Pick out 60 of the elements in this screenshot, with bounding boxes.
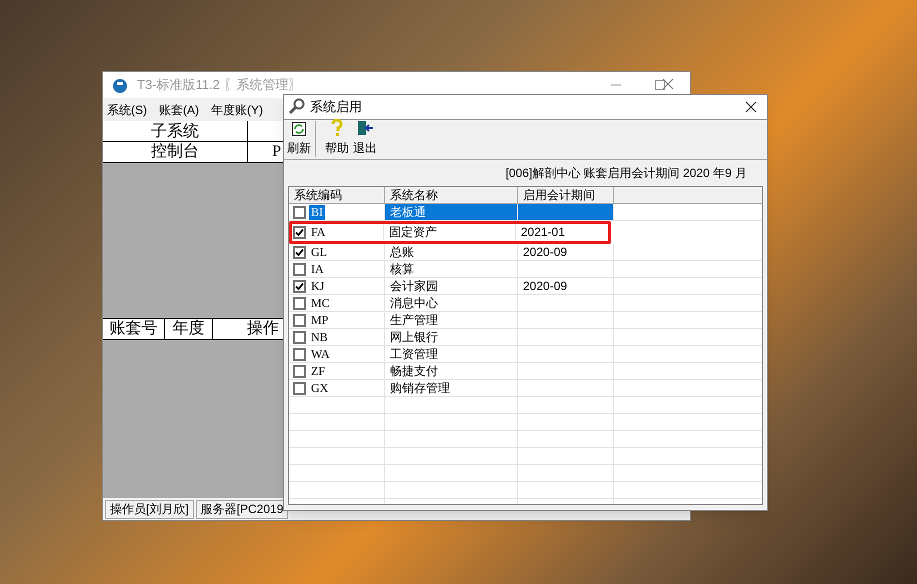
code-cell-text: MC bbox=[310, 296, 331, 310]
column-header: 系统名称 bbox=[385, 187, 518, 203]
menu-item[interactable]: 系统(S) bbox=[107, 100, 147, 118]
app-logo-icon bbox=[111, 76, 129, 94]
code-cell-text: ZF bbox=[310, 364, 326, 378]
table-cell-text: P bbox=[271, 142, 281, 162]
checkbox[interactable] bbox=[293, 262, 306, 276]
checkbox[interactable] bbox=[293, 206, 306, 218]
table-cell: 老板通 bbox=[385, 204, 518, 220]
checkbox[interactable] bbox=[293, 296, 306, 310]
table-cell: 核算 bbox=[385, 261, 518, 277]
code-cell-text: FA bbox=[310, 224, 326, 240]
table-cell: 消息中心 bbox=[385, 295, 518, 311]
checkbox[interactable] bbox=[293, 348, 306, 360]
code-cell-text: MP bbox=[310, 312, 330, 328]
column-header: 启用会计期间 bbox=[518, 187, 614, 203]
column-header: 操作 bbox=[246, 319, 279, 339]
code-cell-text: KJ bbox=[310, 278, 326, 294]
table-cell: 购销存管理 bbox=[385, 380, 518, 396]
column-header: 账套号 bbox=[103, 319, 165, 339]
column-header: 年度 bbox=[165, 319, 213, 339]
dialog-title: 系统启用 bbox=[310, 98, 362, 116]
table-cell: 畅捷支付 bbox=[385, 363, 518, 379]
checkbox[interactable] bbox=[293, 382, 306, 394]
menu-item[interactable]: 年度账(Y) bbox=[211, 100, 263, 118]
table-cell: 总账 bbox=[385, 244, 518, 260]
column-header: 系统编码 bbox=[289, 187, 385, 203]
exit-button[interactable]: 退出 bbox=[352, 119, 378, 157]
status-field: 服务器[PC2019 bbox=[196, 500, 288, 518]
checkbox[interactable] bbox=[293, 314, 306, 326]
checkbox[interactable] bbox=[293, 226, 306, 238]
table-cell: 工资管理 bbox=[385, 346, 518, 362]
table-cell: 固定资产 bbox=[384, 224, 516, 240]
table-cell: 2021-01 bbox=[516, 224, 611, 240]
code-cell-text: GL bbox=[310, 244, 328, 260]
info-text: [006]解剖中心 账套启用会计期间 2020 年9 月 bbox=[506, 165, 747, 182]
table-cell: 2020-09 bbox=[518, 244, 614, 260]
checkbox[interactable] bbox=[293, 364, 306, 378]
status-field: 操作员[刘月欣] bbox=[105, 500, 194, 518]
table-cell: 网上银行 bbox=[385, 329, 518, 345]
column-header: 子系统 bbox=[103, 121, 248, 141]
checkbox[interactable] bbox=[293, 246, 306, 258]
window-title: T3-标准版11.2 〖系统管理〗 bbox=[137, 76, 302, 94]
code-cell-text: IA bbox=[310, 262, 325, 276]
door-icon bbox=[356, 119, 374, 137]
question-mark-icon bbox=[330, 119, 344, 137]
code-cell-text: NB bbox=[310, 330, 329, 344]
code-cell-text: GX bbox=[310, 380, 330, 396]
code-cell-text: WA bbox=[310, 346, 331, 362]
menu-item[interactable]: 账套(A) bbox=[159, 100, 199, 118]
table-cell: 生产管理 bbox=[385, 312, 518, 328]
table-cell: 控制台 bbox=[103, 142, 248, 162]
refresh-button[interactable]: 刷新 bbox=[286, 121, 316, 157]
code-cell: BI bbox=[309, 204, 325, 220]
checkbox[interactable] bbox=[293, 280, 306, 292]
table-cell: 2020-09 bbox=[518, 278, 614, 294]
table-cell: 会计家园 bbox=[385, 278, 518, 294]
refresh-icon bbox=[291, 121, 307, 137]
checkbox[interactable] bbox=[293, 330, 306, 344]
help-button[interactable]: 帮助 bbox=[324, 119, 350, 157]
